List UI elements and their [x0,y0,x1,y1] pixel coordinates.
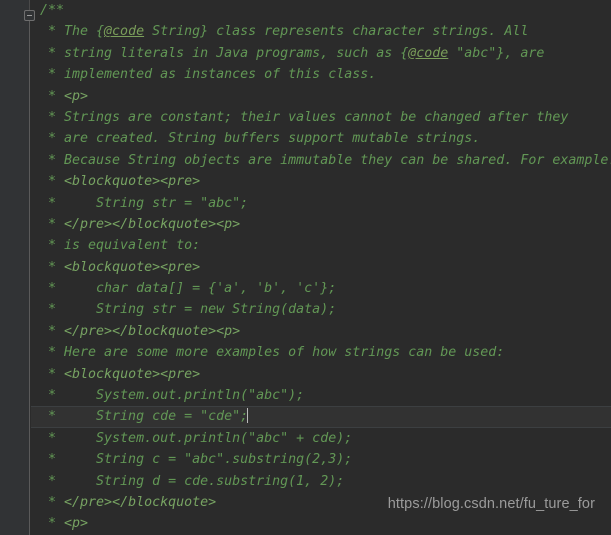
code-line-text: /** [40,3,65,18]
fold-collapse-icon[interactable] [24,10,35,21]
html-tag: </pre></blockquote><p> [64,216,241,232]
javadoc-tag: @code [104,24,145,40]
code-line-text: String} class represents character strin… [144,24,529,40]
code-line[interactable]: * String d = cde.substring(1, 2); [31,471,611,492]
code-line[interactable]: * The {@code String} class represents ch… [31,21,611,42]
code-line[interactable]: * <p> [31,86,611,107]
watermark-url: https://blog.csdn.net/fu_ture_for [387,496,595,512]
code-line[interactable]: * Strings are constant; their values can… [31,107,611,128]
code-line-text: * are created. String buffers support mu… [40,131,481,147]
code-line[interactable]: * <blockquote><pre> [31,171,611,192]
html-tag: <blockquote><pre> [64,366,201,382]
code-line-text: * string literals in Java programs, such… [40,45,409,61]
code-editor[interactable]: /** * The {@code String} class represent… [0,0,611,535]
code-line-text: * String c = "abc".substring(2,3); [40,452,353,468]
code-line-text: * String cde = "cde"; [40,409,249,425]
html-tag: <p> [64,88,89,104]
code-line-text: * Strings are constant; their values can… [40,109,569,125]
code-line-text: * System.out.println("abc"); [40,388,305,404]
code-line[interactable]: * System.out.println("abc"); [31,385,611,406]
code-line-text: * implemented as instances of this class… [40,67,377,83]
code-line[interactable]: * <blockquote><pre> [31,364,611,385]
code-line-text: * The { [40,24,105,40]
code-content[interactable]: /** * The {@code String} class represent… [31,0,611,535]
code-line[interactable]: * String c = "abc".substring(2,3); [31,449,611,470]
code-line[interactable]: * String str = "abc"; [31,193,611,214]
javadoc-tag: @code [408,45,449,61]
code-line[interactable]: * char data[] = {'a', 'b', 'c'}; [31,278,611,299]
code-line[interactable]: * System.out.println("abc" + cde); [31,428,611,449]
code-line[interactable]: * <p> [31,513,611,534]
code-line-text: * is equivalent to: [40,238,201,254]
code-line-text: * [40,494,65,510]
code-line-text: * String d = cde.substring(1, 2); [40,473,345,489]
fold-region-line [29,21,30,535]
html-tag: <blockquote><pre> [64,174,201,190]
code-line-text: * Here are some more examples of how str… [40,345,505,361]
html-tag: </pre></blockquote><p> [64,323,241,339]
code-line[interactable]: * Here are some more examples of how str… [31,342,611,363]
html-tag: </pre></blockquote> [64,494,217,510]
code-line[interactable]: /** [31,0,611,21]
code-line[interactable]: * is equivalent to: [31,235,611,256]
code-line-text: * char data[] = {'a', 'b', 'c'}; [40,281,337,297]
editor-gutter[interactable] [0,0,30,535]
code-line-current[interactable]: * String cde = "cde"; [31,406,611,428]
code-line[interactable]: * </pre></blockquote><p> [31,321,611,342]
html-tag: <p> [64,516,89,532]
code-line-text: * [40,516,65,532]
code-line-text: "abc"}, are [448,45,545,61]
code-line[interactable]: * are created. String buffers support mu… [31,128,611,149]
code-line[interactable]: * Because String objects are immutable t… [31,150,611,171]
code-line[interactable]: * </pre></blockquote><p> [31,214,611,235]
code-line-text: * String str = "abc"; [40,195,249,211]
code-line-text: * System.out.println("abc" + cde); [40,430,353,446]
code-line[interactable]: * string literals in Java programs, such… [31,43,611,64]
code-line[interactable]: * implemented as instances of this class… [31,64,611,85]
code-line-text: * String str = new String(data); [40,302,337,318]
code-line[interactable]: * String str = new String(data); [31,299,611,320]
code-line-text: * [40,323,65,339]
code-line-text: * [40,259,65,275]
code-line-text: * [40,88,65,104]
code-line-text: * [40,216,65,232]
text-caret [247,408,249,424]
code-line-text: * [40,366,65,382]
code-line-text: * [40,174,65,190]
code-line[interactable]: * <blockquote><pre> [31,257,611,278]
html-tag: <blockquote><pre> [64,259,201,275]
code-line-text: * Because String objects are immutable t… [40,152,611,168]
